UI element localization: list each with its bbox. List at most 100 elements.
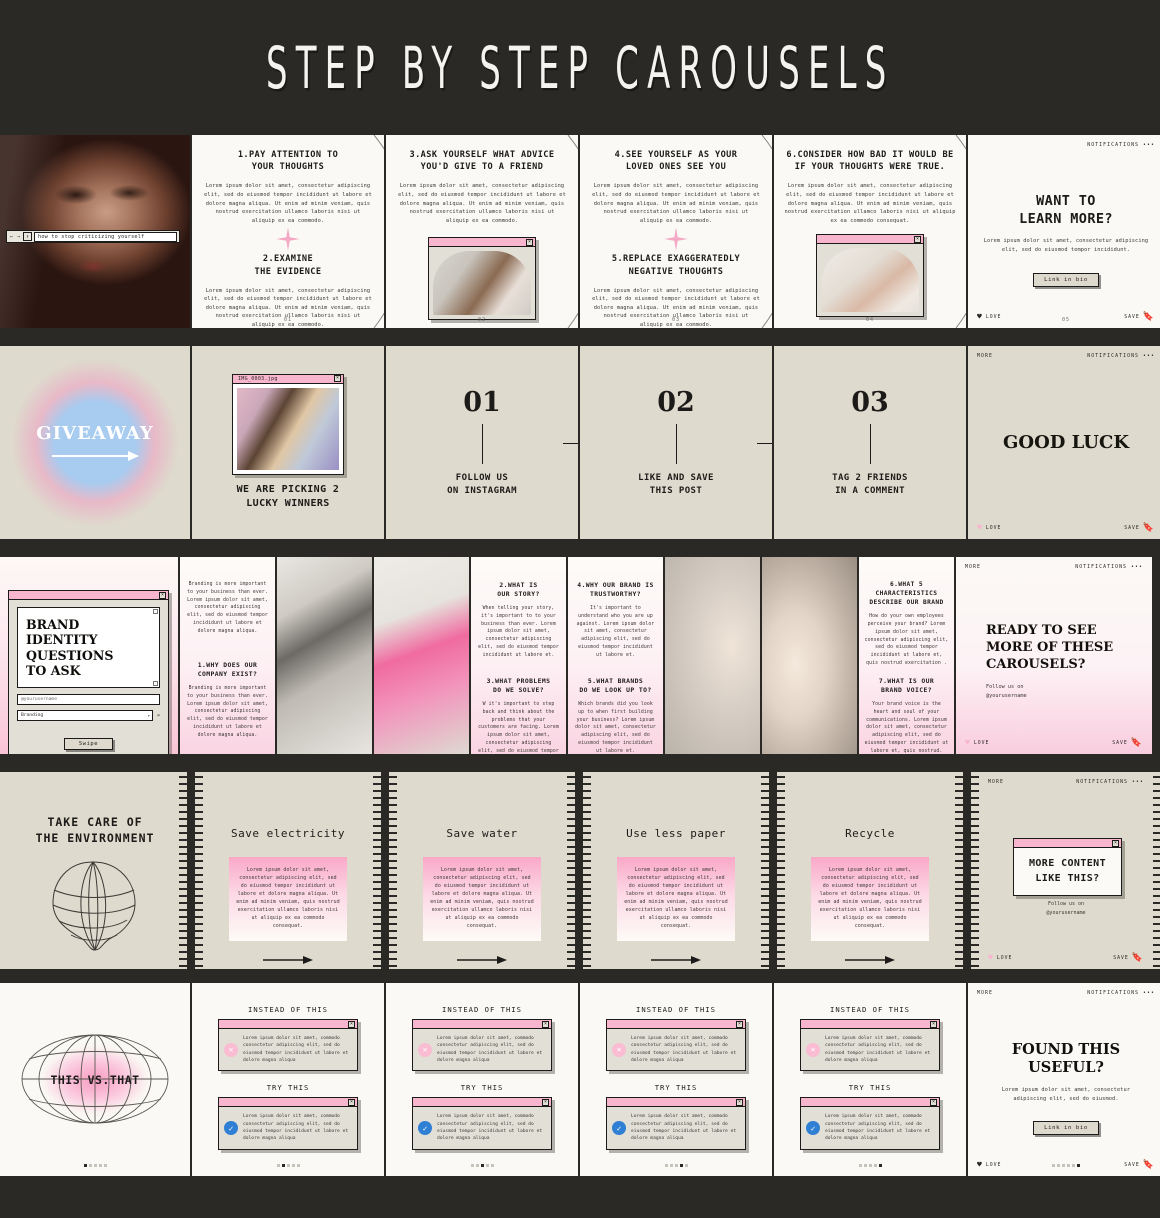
save-action[interactable]: SAVE 🔖 <box>1113 954 1144 963</box>
two-women-photo <box>237 387 339 470</box>
row5-compare-4[interactable]: INSTEAD OF THIS × ✕ Lorem ipsum dolor si… <box>774 983 966 1176</box>
row3-cover-slide[interactable]: × BRAND IDENTITY QUESTIONS TO ASK @youru… <box>0 557 178 754</box>
notifications-label[interactable]: NOTIFICATIONS ••• <box>1087 143 1155 148</box>
more-content-window[interactable]: × MORE CONTENT LIKE THIS? <box>1013 838 1122 896</box>
pagination-dots[interactable] <box>580 1164 772 1167</box>
save-action[interactable]: SAVE 🔖 <box>1124 524 1155 533</box>
row4-tip-2[interactable]: Save water Lorem ipsum dolor sit amet, c… <box>386 772 578 969</box>
scroll-up-icon[interactable] <box>153 609 158 614</box>
close-icon[interactable]: × <box>334 375 341 383</box>
try-window[interactable]: × ✓ Lorem ipsum dolor sit amet, commodo … <box>218 1097 358 1150</box>
row5-cover-slide[interactable]: THIS VS.THAT <box>0 983 190 1176</box>
photo-window[interactable]: IMG_0003.jpg × <box>232 373 344 475</box>
row2-winners-slide[interactable]: IMG_0003.jpg × WE ARE PICKING 2 LUCKY WI… <box>192 346 384 539</box>
row3-panel-1[interactable]: Branding is more important to your busin… <box>180 557 275 754</box>
row3-panel-3[interactable]: 4.WHY OUR BRAND IS TRUSTWORTHY? It's imp… <box>568 557 663 754</box>
compare-text: Lorem ipsum dolor sit amet, commodo cons… <box>243 1036 349 1064</box>
photo-window[interactable]: × <box>428 237 536 321</box>
instead-window[interactable]: × ✕ Lorem ipsum dolor sit amet, commodo … <box>800 1019 940 1072</box>
instead-window[interactable]: × ✕ Lorem ipsum dolor sit amet, commodo … <box>606 1019 746 1072</box>
love-action[interactable]: ♥ LOVE <box>965 739 989 747</box>
pagination-dots[interactable] <box>192 1164 384 1167</box>
swipe-button[interactable]: Swipe <box>63 738 114 751</box>
more-label[interactable]: MORE <box>988 780 1004 785</box>
pagination-dots[interactable] <box>968 1164 1160 1167</box>
close-icon[interactable]: × <box>736 1098 743 1106</box>
row4-end-slide[interactable]: MORE NOTIFICATIONS ••• × MORE CONTENT LI… <box>968 772 1160 969</box>
cross-icon: ✕ <box>612 1042 626 1057</box>
row4-tip-3[interactable]: Use less paper Lorem ipsum dolor sit ame… <box>580 772 772 969</box>
row3-panel-2[interactable]: 2.WHAT IS OUR STORY? When telling your s… <box>471 557 566 754</box>
forward-arrow-icon[interactable]: → <box>16 234 21 240</box>
try-window[interactable]: × ✓ Lorem ipsum dolor sit amet, commodo … <box>606 1097 746 1150</box>
username-field[interactable]: @yourusername <box>17 694 160 706</box>
row5-compare-3[interactable]: INSTEAD OF THIS × ✕ Lorem ipsum dolor si… <box>580 983 772 1176</box>
pagination-dots[interactable] <box>774 1164 966 1167</box>
close-icon[interactable]: × <box>348 1020 355 1028</box>
love-action[interactable]: ♥ LOVE <box>988 954 1012 962</box>
link-in-bio-button[interactable]: Link in bio <box>1033 1121 1099 1136</box>
close-icon[interactable]: × <box>348 1098 355 1106</box>
instead-window[interactable]: × ✕ Lorem ipsum dolor sit amet, commodo … <box>218 1019 358 1072</box>
row3-end-slide[interactable]: MORE NOTIFICATIONS ••• READY TO SEE MORE… <box>956 557 1152 754</box>
row1-cover-slide[interactable]: ← → ↑ how to stop criticizing yourself <box>0 135 190 328</box>
row3-woman-photo-b <box>762 557 857 754</box>
close-icon[interactable]: × <box>930 1098 937 1106</box>
close-icon[interactable]: × <box>159 591 166 599</box>
close-icon[interactable]: × <box>542 1020 549 1028</box>
more-label[interactable]: MORE <box>965 565 981 570</box>
row2-step-03[interactable]: 03 TAG 2 FRIENDS IN A COMMENT <box>774 346 966 539</box>
row2-end-slide[interactable]: MORE NOTIFICATIONS ••• GOOD LUCK ♥ LOVE … <box>968 346 1160 539</box>
close-icon[interactable]: × <box>736 1020 743 1028</box>
row1-slide-03[interactable]: 4.SEE YOURSELF AS YOUR LOVED ONES SEE YO… <box>580 135 772 328</box>
question-body-2: Which brands did you look up to when fir… <box>575 702 656 754</box>
row5-end-slide[interactable]: MORE NOTIFICATIONS ••• FOUND THIS USEFUL… <box>968 983 1160 1176</box>
back-arrow-icon[interactable]: ← <box>9 234 14 240</box>
row4-cover-slide[interactable]: TAKE CARE OF THE ENVIRONMENT <box>0 772 190 969</box>
close-icon[interactable]: × <box>1112 839 1119 847</box>
up-arrow-icon[interactable]: ↑ <box>23 232 33 241</box>
row1-slide-05-cta[interactable]: NOTIFICATIONS ••• WANT TO LEARN MORE? Lo… <box>968 135 1160 328</box>
close-icon[interactable]: × <box>930 1020 937 1028</box>
close-icon[interactable]: × <box>526 238 533 246</box>
close-icon[interactable]: × <box>542 1098 549 1106</box>
topic-select[interactable]: Branding ▾ <box>17 710 153 722</box>
notifications-label[interactable]: NOTIFICATIONS ••• <box>1076 780 1144 785</box>
woman-photo <box>665 557 760 754</box>
row1-slide-04[interactable]: 6.CONSIDER HOW BAD IT WOULD BE IF YOUR T… <box>774 135 966 328</box>
instead-label: INSTEAD OF THIS <box>830 1005 910 1014</box>
scroll-down-icon[interactable] <box>153 681 158 687</box>
row2-step-02[interactable]: 02 LIKE AND SAVE THIS POST <box>580 346 772 539</box>
notifications-label[interactable]: NOTIFICATIONS ••• <box>1087 991 1155 996</box>
row1-slide-02[interactable]: 3.ASK YOURSELF WHAT ADVICE YOU'D GIVE TO… <box>386 135 578 328</box>
brand-dialog-window[interactable]: × BRAND IDENTITY QUESTIONS TO ASK @youru… <box>8 590 169 754</box>
page-title: STEP BY STEP CAROUSELS <box>265 33 895 102</box>
row2-step-01[interactable]: 01 FOLLOW US ON INSTAGRAM <box>386 346 578 539</box>
row4-tip-4[interactable]: Recycle Lorem ipsum dolor sit amet, cons… <box>774 772 966 969</box>
more-label[interactable]: MORE <box>977 991 993 996</box>
pagination-dots[interactable] <box>386 1164 578 1167</box>
spiral-binding-left <box>386 772 397 969</box>
pagination-dots[interactable] <box>0 1164 190 1167</box>
save-action[interactable]: SAVE 🔖 <box>1112 739 1143 748</box>
row2-giveaway-cover[interactable]: GIVEAWAY <box>0 346 190 539</box>
notifications-label[interactable]: NOTIFICATIONS ••• <box>1075 565 1143 570</box>
row4-tip-1[interactable]: Save electricity Lorem ipsum dolor sit a… <box>192 772 384 969</box>
link-in-bio-button[interactable]: Link in bio <box>1033 273 1099 288</box>
instead-window[interactable]: × ✕ Lorem ipsum dolor sit amet, commodo … <box>412 1019 552 1072</box>
globe-icon <box>52 861 136 951</box>
slide-body: Lorem ipsum dolor sit amet, consectetur … <box>592 183 760 224</box>
try-window[interactable]: × ✓ Lorem ipsum dolor sit amet, commodo … <box>800 1097 940 1150</box>
follow-text: Follow us on @yourusername <box>986 683 1027 699</box>
try-window[interactable]: × ✓ Lorem ipsum dolor sit amet, commodo … <box>412 1097 552 1150</box>
browser-search-bar[interactable]: ← → ↑ how to stop criticizing yourself <box>6 230 180 243</box>
row5-compare-1[interactable]: INSTEAD OF THIS × ✕ Lorem ipsum dolor si… <box>192 983 384 1176</box>
row3-panel-4[interactable]: 6.WHAT 5 CHARACTERISTICS DESCRIBE OUR BR… <box>859 557 954 754</box>
search-input[interactable]: how to stop criticizing yourself <box>34 231 177 242</box>
row5-compare-2[interactable]: INSTEAD OF THIS × ✕ Lorem ipsum dolor si… <box>386 983 578 1176</box>
love-action[interactable]: ♥ LOVE <box>977 524 1001 532</box>
photo-window[interactable]: × <box>816 234 924 318</box>
close-icon[interactable]: × <box>914 235 921 243</box>
row1-slide-01[interactable]: 1.PAY ATTENTION TO YOUR THOUGHTS Lorem i… <box>192 135 384 328</box>
search-icon[interactable]: ⌕ <box>157 713 160 719</box>
